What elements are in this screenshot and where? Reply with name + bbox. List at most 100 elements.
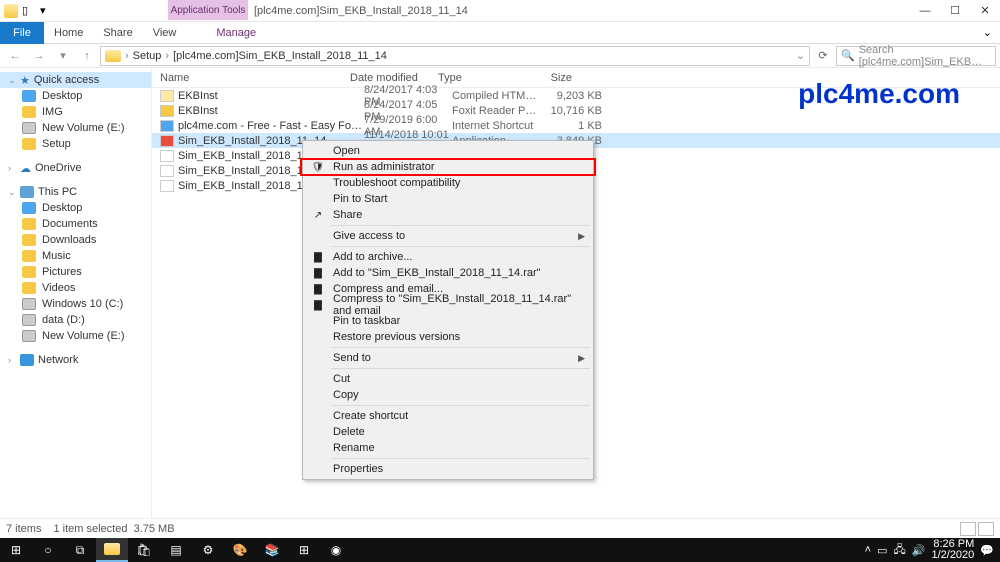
ctx-properties[interactable]: Properties <box>305 461 591 477</box>
qat-props-icon[interactable]: ▾ <box>40 4 54 18</box>
status-bar: 7 items 1 item selected 3.75 MB <box>0 518 1000 538</box>
onedrive[interactable]: ›☁OneDrive <box>0 160 151 176</box>
tray-notifications-icon[interactable]: 💬 <box>980 544 994 557</box>
ribbon-expand-icon[interactable]: ⌄ <box>975 26 1000 39</box>
task-view-button[interactable]: ⧉ <box>64 538 96 562</box>
sidebar-item-new-volume[interactable]: New Volume (E:) <box>0 120 151 136</box>
search-placeholder: Search [plc4me.com]Sim_EKB… <box>859 44 991 68</box>
forward-button[interactable]: → <box>28 46 50 66</box>
shield-icon: 🛡 <box>311 160 325 174</box>
quick-access[interactable]: ⌄★Quick access <box>0 72 151 88</box>
view-large-button[interactable] <box>978 522 994 536</box>
share-tab[interactable]: Share <box>93 22 142 44</box>
taskbar-app5[interactable]: ⊞ <box>288 538 320 562</box>
ctx-add-to-rar[interactable]: ▇Add to "Sim_EKB_Install_2018_11_14.rar" <box>305 265 591 281</box>
file-size: 10,716 KB <box>542 105 602 117</box>
sidebar-item-setup[interactable]: Setup <box>0 136 151 152</box>
taskbar-explorer[interactable] <box>96 538 128 562</box>
close-button[interactable]: ✕ <box>970 0 1000 22</box>
ctx-compress-to-email[interactable]: ▇Compress to "Sim_EKB_Install_2018_11_14… <box>305 297 591 313</box>
ctx-troubleshoot[interactable]: Troubleshoot compatibility <box>305 175 591 191</box>
sidebar-item-documents[interactable]: Documents <box>0 216 151 232</box>
application-tools-tab[interactable]: Application Tools <box>168 0 248 20</box>
network[interactable]: ›Network <box>0 352 151 368</box>
watermark: plc4me.com <box>798 78 960 110</box>
file-icon <box>160 120 174 132</box>
taskbar-app2[interactable]: ⚙ <box>192 538 224 562</box>
sidebar-item-videos[interactable]: Videos <box>0 280 151 296</box>
status-item-count: 7 items <box>6 523 41 535</box>
tray-network-icon[interactable]: 🖧 <box>894 541 906 560</box>
ctx-pin-taskbar[interactable]: Pin to taskbar <box>305 313 591 329</box>
maximize-button[interactable]: ☐ <box>940 0 970 22</box>
ctx-cut[interactable]: Cut <box>305 371 591 387</box>
ctx-create-shortcut[interactable]: Create shortcut <box>305 408 591 424</box>
col-name[interactable]: Name <box>160 72 350 84</box>
file-tab[interactable]: File <box>0 22 44 44</box>
crumb-setup[interactable]: Setup <box>133 50 162 62</box>
tray-clock[interactable]: 8:26 PM 1/2/2020 <box>931 539 974 561</box>
ctx-run-as-admin[interactable]: 🛡Run as administrator <box>305 159 591 175</box>
ctx-add-archive[interactable]: ▇Add to archive... <box>305 249 591 265</box>
tray-battery-icon[interactable]: ▭ <box>877 544 887 557</box>
file-icon <box>160 150 174 162</box>
sidebar-item-music[interactable]: Music <box>0 248 151 264</box>
address-bar: ← → ▾ ↑ › Setup › [plc4me.com]Sim_EKB_In… <box>0 44 1000 68</box>
sidebar-item-desktop-pc[interactable]: Desktop <box>0 200 151 216</box>
sidebar-item-desktop[interactable]: Desktop <box>0 88 151 104</box>
refresh-button[interactable]: ⟳ <box>812 49 834 62</box>
ctx-pin-start[interactable]: Pin to Start <box>305 191 591 207</box>
file-type: Internet Shortcut <box>452 120 542 132</box>
col-type[interactable]: Type <box>438 72 528 84</box>
manage-tab[interactable]: Manage <box>206 22 266 44</box>
start-button[interactable]: ⊞ <box>0 538 32 562</box>
minimize-button[interactable]: — <box>910 0 940 22</box>
back-button[interactable]: ← <box>4 46 26 66</box>
ctx-share[interactable]: ↗Share <box>305 207 591 223</box>
sidebar-item-drive-c[interactable]: Windows 10 (C:) <box>0 296 151 312</box>
ctx-delete[interactable]: Delete <box>305 424 591 440</box>
ctx-restore[interactable]: Restore previous versions <box>305 329 591 345</box>
taskbar-app3[interactable]: 🎨 <box>224 538 256 562</box>
file-size: 1 KB <box>542 120 602 132</box>
ctx-open[interactable]: Open <box>305 143 591 159</box>
view-details-button[interactable] <box>960 522 976 536</box>
search-icon: 🔍 <box>841 49 855 62</box>
search-input[interactable]: 🔍 Search [plc4me.com]Sim_EKB… <box>836 46 996 66</box>
sidebar-item-downloads[interactable]: Downloads <box>0 232 151 248</box>
chevron-right-icon: › <box>125 50 129 62</box>
ctx-copy[interactable]: Copy <box>305 387 591 403</box>
taskbar-store[interactable]: 🛍 <box>128 538 160 562</box>
crumb-folder[interactable]: [plc4me.com]Sim_EKB_Install_2018_11_14 <box>173 50 387 62</box>
taskbar-app1[interactable]: ▤ <box>160 538 192 562</box>
share-icon: ↗ <box>311 208 325 222</box>
taskbar-app4[interactable]: 📚 <box>256 538 288 562</box>
recent-button[interactable]: ▾ <box>52 46 74 66</box>
view-tab[interactable]: View <box>143 22 187 44</box>
file-name: plc4me.com - Free - Fast - Easy For Auto… <box>178 120 364 132</box>
taskbar-chrome[interactable]: ◉ <box>320 538 352 562</box>
title-bar: ▯ ▾ Application Tools [plc4me.com]Sim_EK… <box>0 0 1000 22</box>
archive-icon: ▇ <box>311 298 325 312</box>
this-pc[interactable]: ⌄This PC <box>0 184 151 200</box>
tray-volume-icon[interactable]: 🔊 <box>912 544 926 557</box>
sidebar-item-drive-e[interactable]: New Volume (E:) <box>0 328 151 344</box>
folder-icon <box>105 50 121 62</box>
ctx-rename[interactable]: Rename <box>305 440 591 456</box>
tray-expand-icon[interactable]: ˄ <box>865 544 871 556</box>
home-tab[interactable]: Home <box>44 22 93 44</box>
sidebar-item-img[interactable]: IMG <box>0 104 151 120</box>
sidebar-item-pictures[interactable]: Pictures <box>0 264 151 280</box>
sidebar-item-drive-d[interactable]: data (D:) <box>0 312 151 328</box>
up-button[interactable]: ↑ <box>76 46 98 66</box>
breadcrumb[interactable]: › Setup › [plc4me.com]Sim_EKB_Install_20… <box>100 46 810 66</box>
col-size[interactable]: Size <box>528 72 588 84</box>
ctx-give-access[interactable]: Give access to▶ <box>305 228 591 244</box>
file-row[interactable]: plc4me.com - Free - Fast - Easy For Auto… <box>152 118 1000 133</box>
address-dropdown-icon[interactable]: ⌄ <box>796 49 805 62</box>
context-menu: Open 🛡Run as administrator Troubleshoot … <box>302 140 594 480</box>
cortana-button[interactable]: ○ <box>32 538 64 562</box>
col-date[interactable]: Date modified <box>350 72 438 84</box>
qat-new-icon[interactable]: ▯ <box>22 4 36 18</box>
ctx-send-to[interactable]: Send to▶ <box>305 350 591 366</box>
